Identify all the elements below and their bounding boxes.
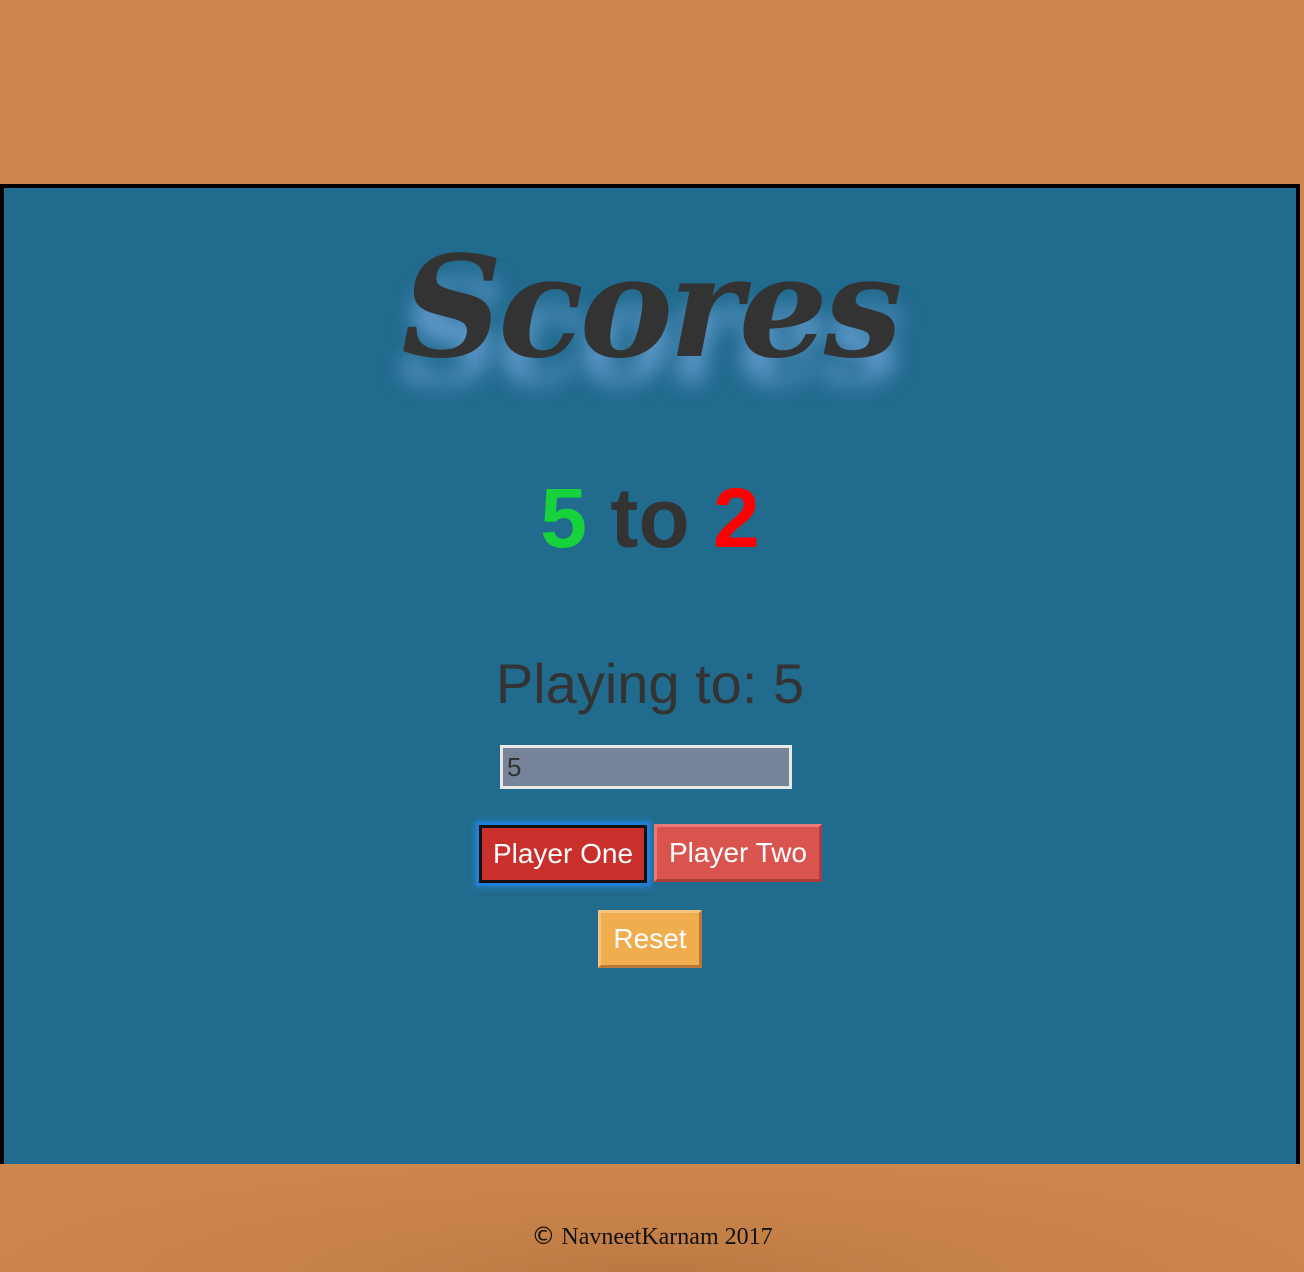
copyright-icon: © [531, 1222, 556, 1250]
copyright-text: NavneetKarnam 2017 [561, 1224, 773, 1250]
playing-to-label: Playing to: [495, 652, 758, 715]
score-display: 5 to 2 [4, 470, 1296, 566]
top-band [0, 0, 1304, 184]
footer: © NavneetKarnam 2017 [0, 1164, 1304, 1272]
playing-to-display: Playing to: 5 [4, 652, 1296, 716]
playing-to-value: 5 [772, 652, 805, 715]
reset-button[interactable]: Reset [598, 910, 702, 968]
copyright: © NavneetKarnam 2017 [0, 1222, 1304, 1251]
page-title: Scores [401, 226, 902, 390]
player-one-score: 5 [540, 471, 587, 565]
player-one-button[interactable]: Player One [479, 825, 647, 883]
score-panel: Scores 5 to 2 Playing to: 5 Player One P… [0, 184, 1300, 1168]
player-two-score: 2 [712, 471, 760, 565]
winning-score-input[interactable] [500, 745, 792, 789]
player-two-button[interactable]: Player Two [654, 824, 822, 882]
score-separator: to [610, 471, 690, 565]
